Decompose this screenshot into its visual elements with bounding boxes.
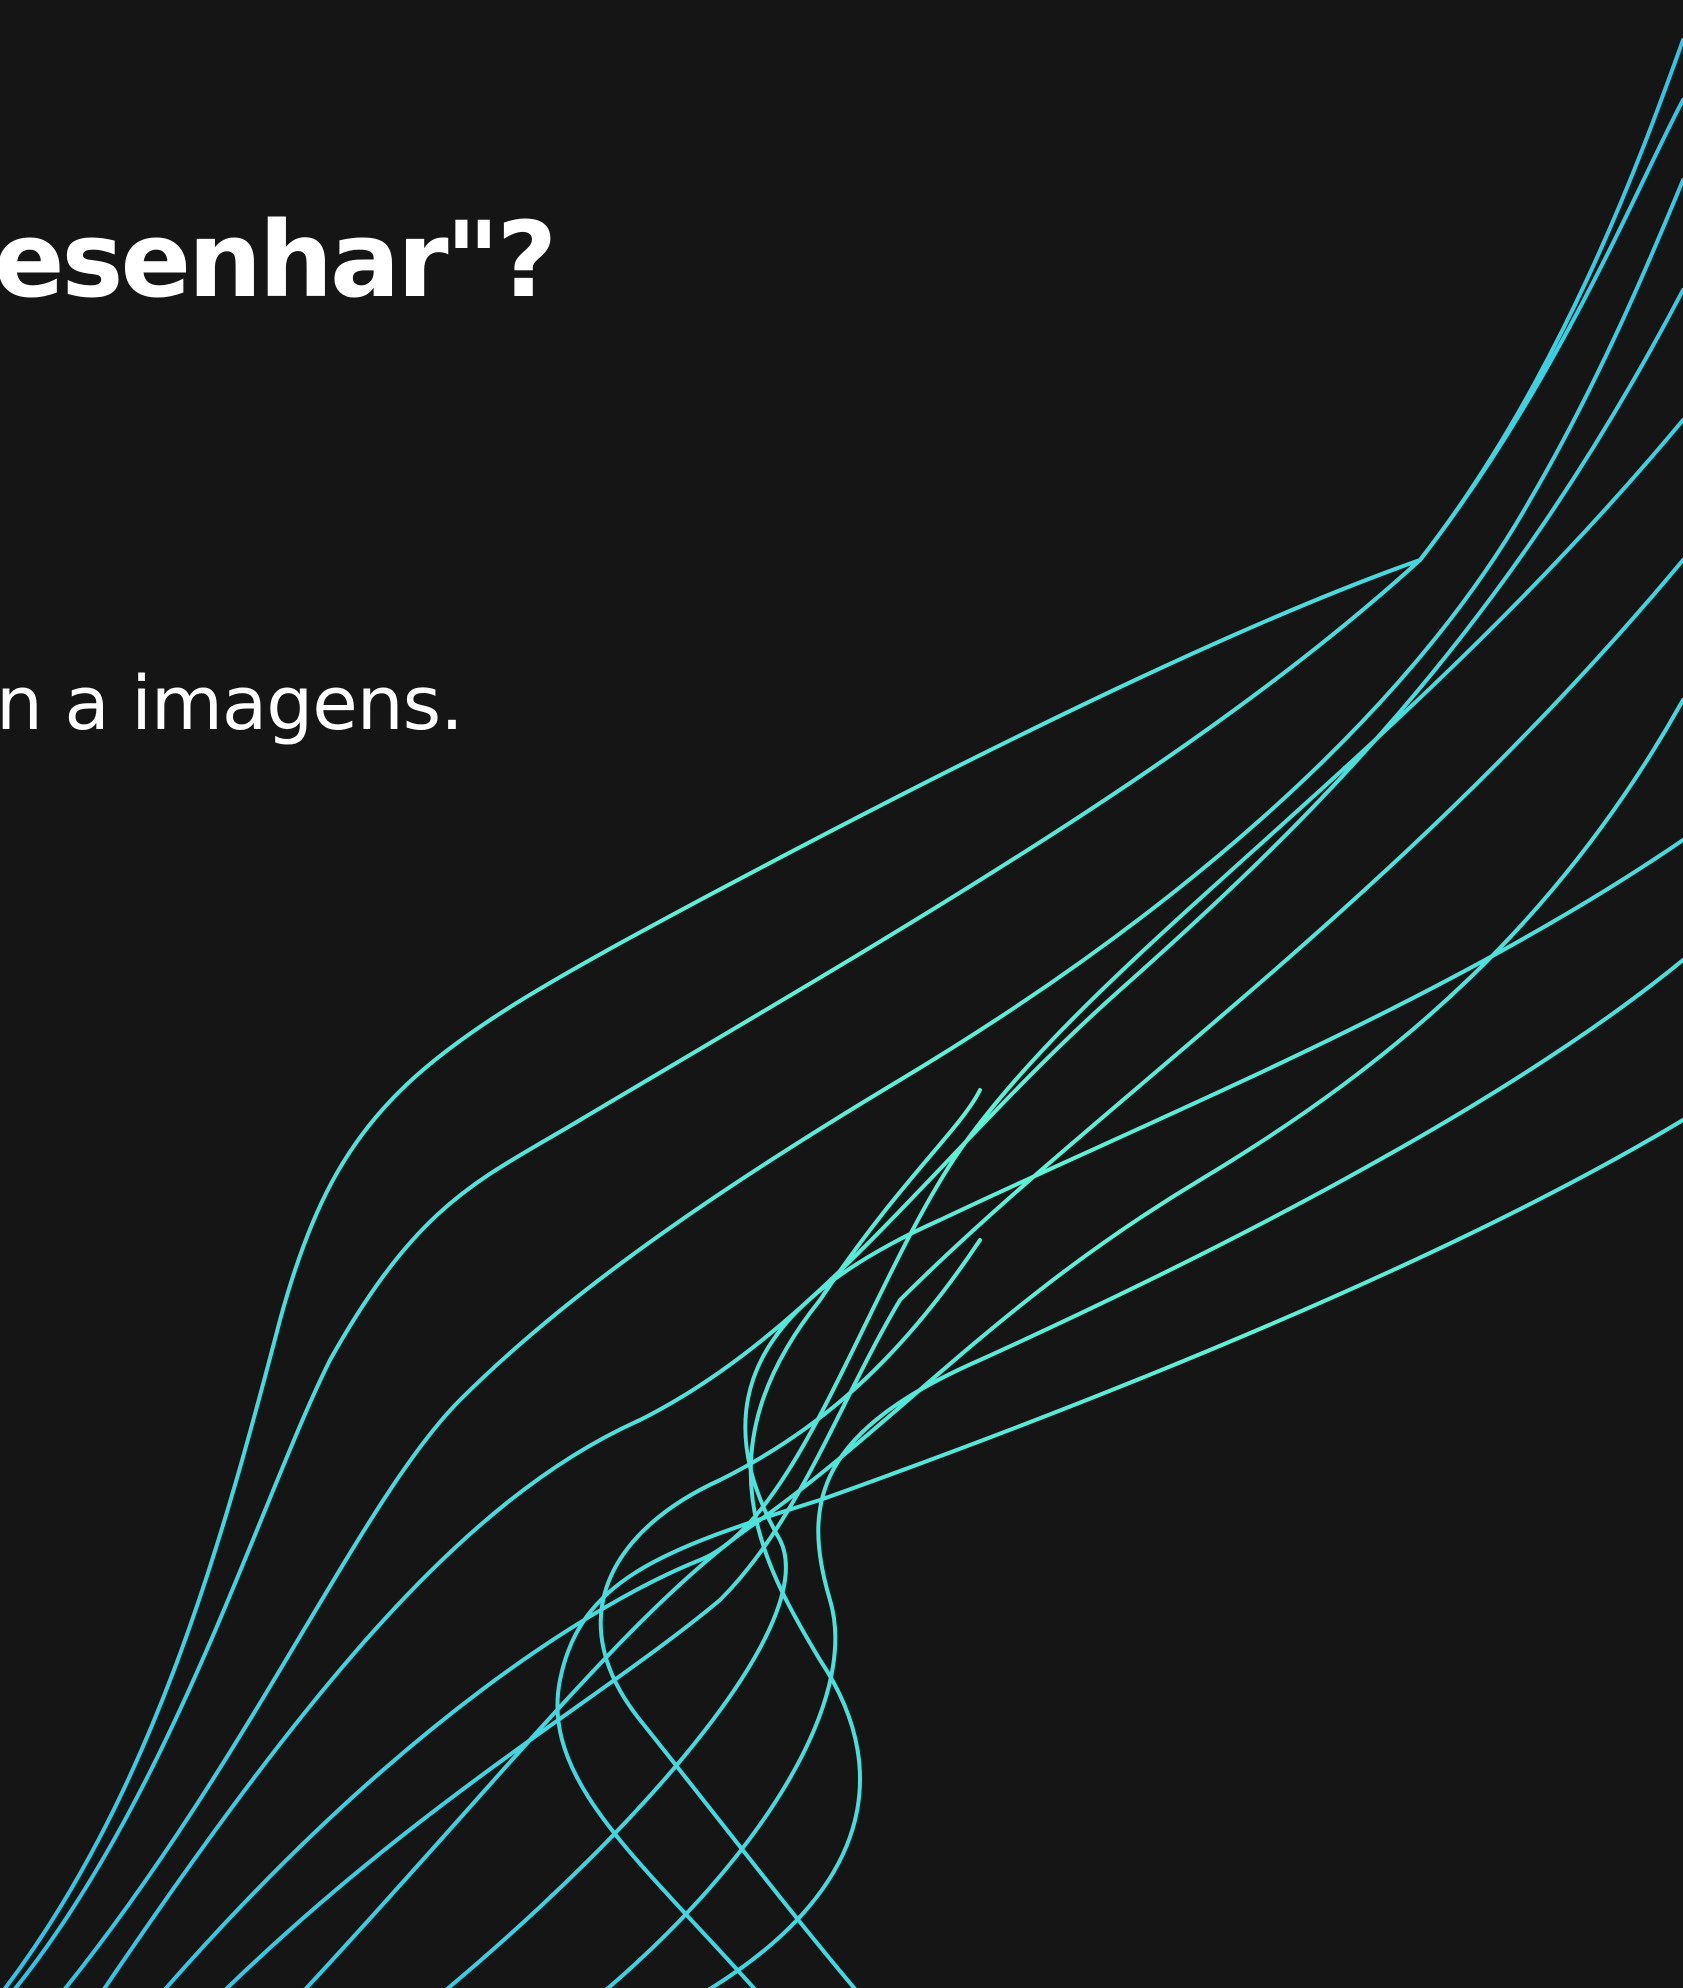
wave-line (445, 838, 1683, 1988)
wave-line (303, 698, 1683, 1988)
wave-line (555, 1118, 1683, 1988)
wave-lines-decoration (2, 38, 1683, 1988)
wave-line (598, 1238, 982, 1988)
wave-line (605, 958, 1683, 1988)
wave-line (163, 418, 1683, 1988)
wave-line (102, 288, 1683, 1988)
wave-line (224, 558, 1683, 1988)
slide: esenhar"? n a imagens. (0, 0, 1683, 1988)
wave-line (707, 1088, 982, 1988)
